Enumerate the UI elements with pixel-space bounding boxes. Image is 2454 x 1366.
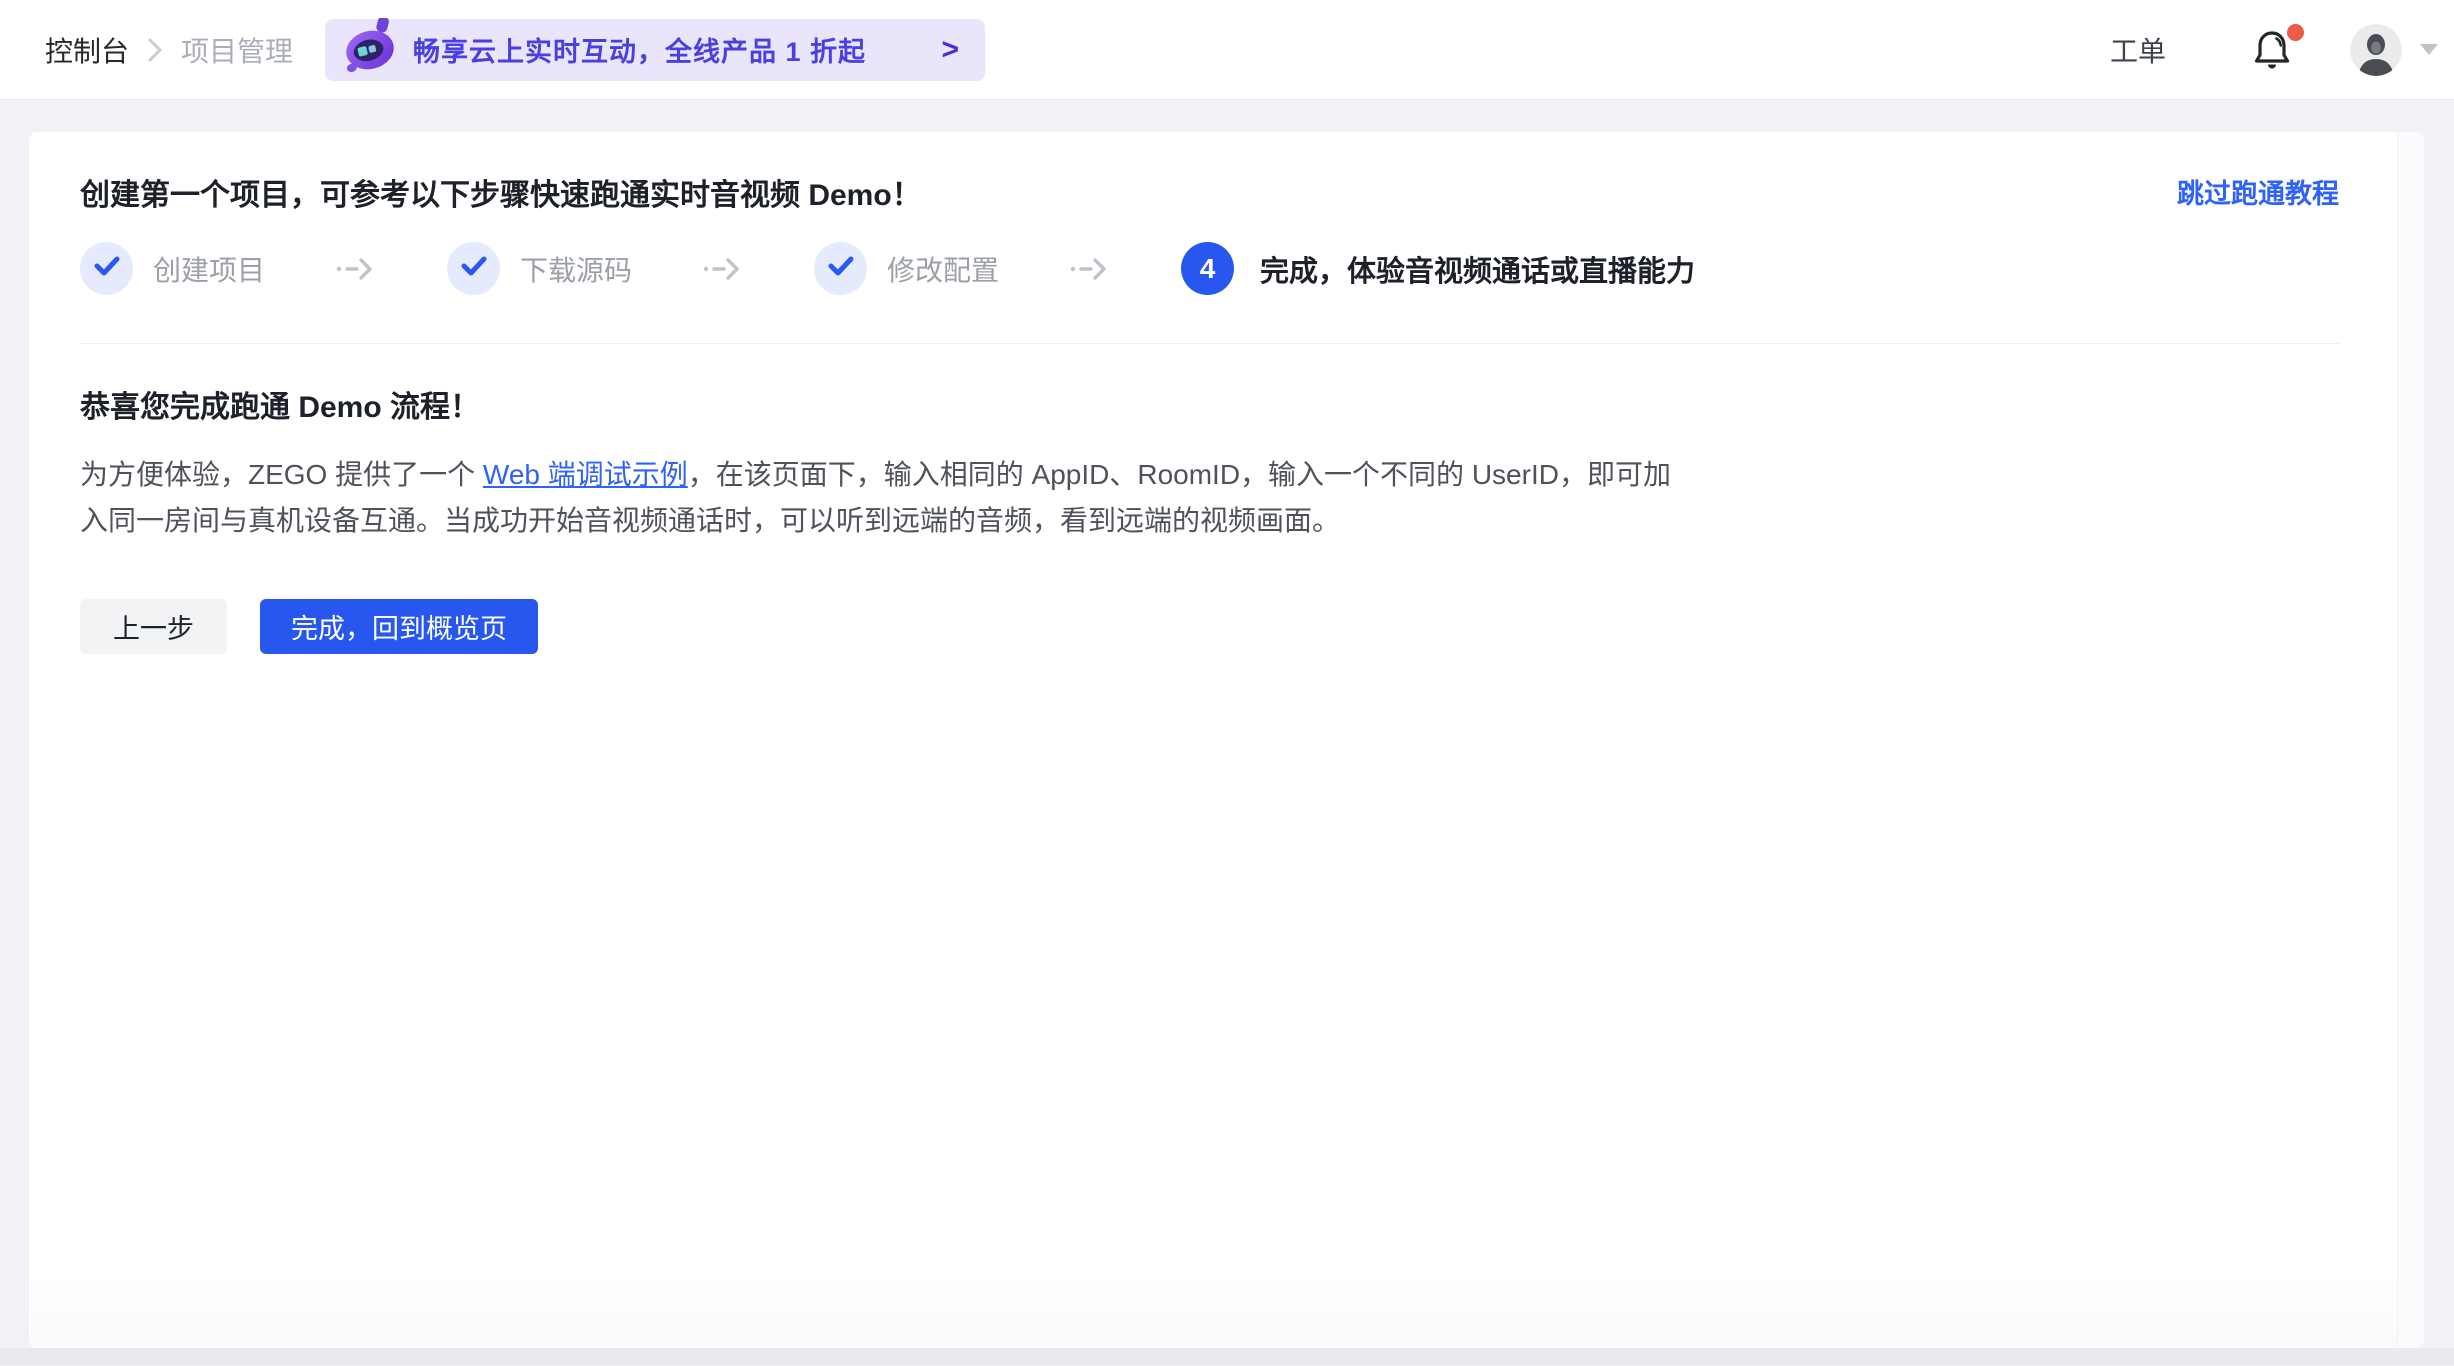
wizard-button-row: 上一步 完成，回到概览页 bbox=[80, 599, 2339, 654]
demo-description: 为方便体验，ZEGO 提供了一个 Web 端调试示例，在该页面下，输入相同的 A… bbox=[80, 452, 1690, 544]
promo-banner-text: 畅享云上实时互动，全线产品 1 折起 bbox=[413, 30, 866, 69]
step-4-label: 完成，体验音视频通话或直播能力 bbox=[1260, 248, 1695, 290]
scrollbar-track[interactable] bbox=[2397, 132, 2424, 1348]
step-3-label: 修改配置 bbox=[887, 249, 999, 289]
previous-step-button[interactable]: 上一步 bbox=[80, 599, 227, 654]
bell-icon bbox=[2252, 59, 2292, 76]
skip-tutorial-link[interactable]: 跳过跑通教程 bbox=[2177, 174, 2339, 214]
avatar[interactable] bbox=[2350, 24, 2402, 76]
step-4-circle: 4 bbox=[1181, 242, 1234, 295]
step-1-label: 创建项目 bbox=[153, 249, 265, 289]
step-3-circle bbox=[814, 242, 867, 295]
congrats-heading: 恭喜您完成跑通 Demo 流程！ bbox=[80, 386, 2339, 430]
bottom-strip bbox=[0, 1348, 2454, 1365]
breadcrumb-console[interactable]: 控制台 bbox=[45, 30, 129, 70]
promo-banner[interactable]: 畅享云上实时互动，全线产品 1 折起 > bbox=[325, 19, 985, 81]
top-bar: 控制台 项目管理 bbox=[0, 0, 2454, 100]
card-header: 创建第一个项目，可参考以下步骤快速跑通实时音视频 Demo！ 跳过跑通教程 bbox=[80, 174, 2339, 218]
step-1-circle bbox=[80, 242, 133, 295]
step-finish: 4 完成，体验音视频通话或直播能力 bbox=[1181, 242, 1695, 295]
dashed-arrow-icon bbox=[1069, 255, 1109, 283]
check-icon bbox=[461, 256, 487, 281]
dashed-arrow-icon bbox=[335, 255, 375, 283]
chevron-down-icon[interactable] bbox=[2420, 44, 2438, 55]
breadcrumb-project-management: 项目管理 bbox=[181, 30, 293, 70]
zego-console-page: 控制台 项目管理 bbox=[0, 0, 2454, 1366]
step-create-project: 创建项目 bbox=[80, 242, 265, 295]
wizard-title: 创建第一个项目，可参考以下步骤快速跑通实时音视频 Demo！ bbox=[80, 174, 922, 218]
promo-arrow-icon[interactable]: > bbox=[942, 35, 960, 65]
step-2-circle bbox=[447, 242, 500, 295]
promo-banner-left: 畅享云上实时互动，全线产品 1 折起 bbox=[341, 18, 941, 81]
section-divider bbox=[80, 343, 2339, 344]
step-modify-config: 修改配置 bbox=[814, 242, 999, 295]
topbar-right-cluster: 工单 bbox=[2110, 24, 2438, 76]
description-text-before: 为方便体验，ZEGO 提供了一个 bbox=[80, 459, 483, 490]
getting-started-card: 创建第一个项目，可参考以下步骤快速跑通实时音视频 Demo！ 跳过跑通教程 创建… bbox=[29, 132, 2424, 1348]
check-icon bbox=[94, 256, 120, 281]
chevron-right-icon bbox=[147, 37, 163, 63]
dashed-arrow-icon bbox=[702, 255, 742, 283]
ticket-link[interactable]: 工单 bbox=[2110, 30, 2166, 70]
unread-notification-dot bbox=[2287, 24, 2304, 41]
web-debug-example-link[interactable]: Web 端调试示例 bbox=[483, 459, 688, 490]
finish-return-overview-button[interactable]: 完成，回到概览页 bbox=[260, 599, 538, 654]
mascot-megaphone-icon bbox=[341, 18, 399, 81]
main-content-area: 创建第一个项目，可参考以下步骤快速跑通实时音视频 Demo！ 跳过跑通教程 创建… bbox=[0, 100, 2454, 1365]
check-icon bbox=[828, 256, 854, 281]
notification-bell-button[interactable] bbox=[2252, 28, 2292, 72]
step-2-label: 下载源码 bbox=[520, 249, 632, 289]
step-4-number: 4 bbox=[1200, 253, 1216, 285]
wizard-steps: 创建项目 下载源码 bbox=[80, 242, 2339, 295]
breadcrumb: 控制台 项目管理 bbox=[45, 30, 293, 70]
step-download-source: 下载源码 bbox=[447, 242, 632, 295]
